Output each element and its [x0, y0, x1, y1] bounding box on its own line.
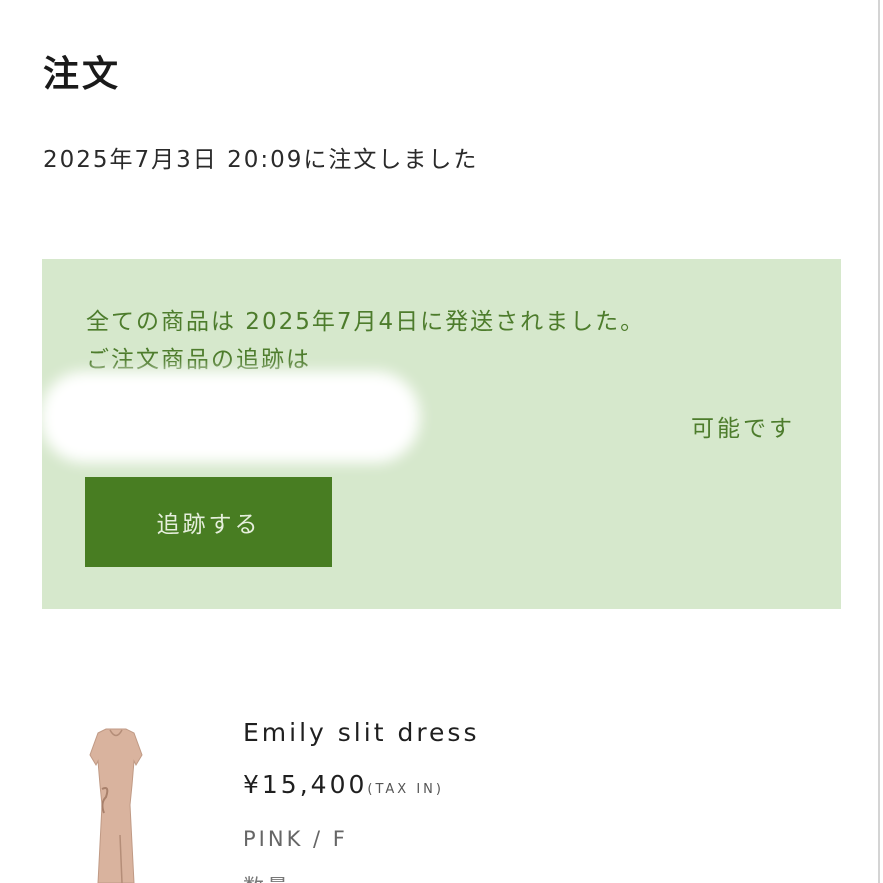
product-name[interactable]: Emily slit dress	[243, 714, 479, 752]
page-edge-divider	[878, 0, 880, 883]
tax-note: (TAX IN)	[367, 782, 444, 797]
product-price: ¥15,400	[243, 770, 368, 799]
quantity-label: 数量	[243, 870, 291, 883]
dress-body	[89, 728, 143, 883]
track-button[interactable]: 追跡する	[85, 477, 332, 567]
tracking-available-text: 可能です	[691, 416, 795, 442]
price-row: ¥15,400(TAX IN)	[243, 766, 444, 809]
shipping-notice: 全ての商品は 2025年7月4日に発送されました。 ご注文商品の追跡は 可能です…	[40, 259, 841, 609]
redacted-area	[40, 371, 420, 463]
shipped-message: 全ての商品は 2025年7月4日に発送されました。	[86, 309, 646, 335]
product-variant: PINK / F	[243, 827, 348, 851]
dress-thumbnail[interactable]	[76, 725, 156, 883]
page-title: 注文	[43, 54, 122, 95]
order-date: 2025年7月3日 20:09に注文しました	[43, 147, 479, 173]
